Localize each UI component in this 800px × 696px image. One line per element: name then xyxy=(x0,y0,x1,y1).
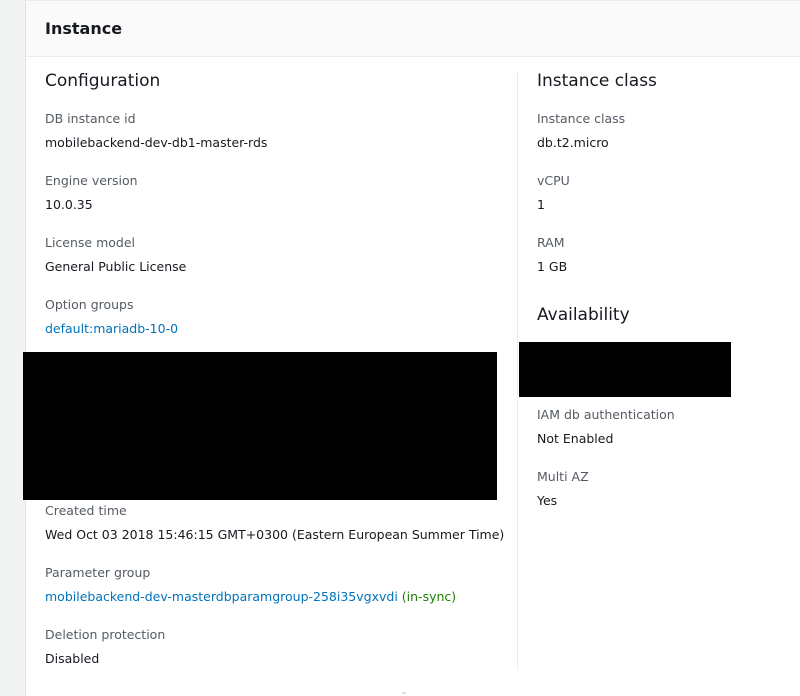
configuration-heading: Configuration xyxy=(45,71,161,91)
multi-az-label: Multi AZ xyxy=(537,469,589,484)
created-time-value: Wed Oct 03 2018 15:46:15 GMT+0300 (Easte… xyxy=(45,527,505,542)
ram-label: RAM xyxy=(537,235,565,250)
bottom-mark xyxy=(402,692,406,694)
license-model-value: General Public License xyxy=(45,259,187,274)
availability-heading: Availability xyxy=(537,305,630,325)
created-time-label: Created time xyxy=(45,503,127,518)
parameter-group-label: Parameter group xyxy=(45,565,151,580)
parameter-group-sync-status: (in-sync) xyxy=(401,589,457,604)
license-model-label: License model xyxy=(45,235,136,250)
ram-value: 1 GB xyxy=(537,259,568,274)
deletion-protection-label: Deletion protection xyxy=(45,627,166,642)
panel-header: Instance xyxy=(26,0,800,57)
parameter-group-link[interactable]: mobilebackend-dev-masterdbparamgroup-258… xyxy=(45,589,398,604)
redacted-block-right xyxy=(519,342,731,397)
iam-auth-label: IAM db authentication xyxy=(537,407,675,422)
engine-version-value: 10.0.35 xyxy=(45,197,93,212)
instance-panel: Instance Configuration DB instance id mo… xyxy=(23,0,800,696)
multi-az-value: Yes xyxy=(537,493,558,508)
option-groups-label: Option groups xyxy=(45,297,134,312)
iam-auth-value: Not Enabled xyxy=(537,431,614,446)
vcpu-label: vCPU xyxy=(537,173,570,188)
instance-class-label: Instance class xyxy=(537,111,626,126)
instance-class-value: db.t2.micro xyxy=(537,135,609,150)
db-instance-id-value: mobilebackend-dev-db1-master-rds xyxy=(45,135,268,150)
redacted-block-left xyxy=(23,352,497,500)
option-group-link[interactable]: default:mariadb-10-0 xyxy=(45,321,178,336)
panel-title: Instance xyxy=(45,19,123,38)
vcpu-value: 1 xyxy=(537,197,545,212)
db-instance-id-label: DB instance id xyxy=(45,111,136,126)
column-divider xyxy=(517,72,518,670)
deletion-protection-value: Disabled xyxy=(45,651,100,666)
engine-version-label: Engine version xyxy=(45,173,138,188)
parameter-group-row: mobilebackend-dev-masterdbparamgroup-258… xyxy=(45,589,456,604)
instance-class-heading: Instance class xyxy=(537,71,657,91)
